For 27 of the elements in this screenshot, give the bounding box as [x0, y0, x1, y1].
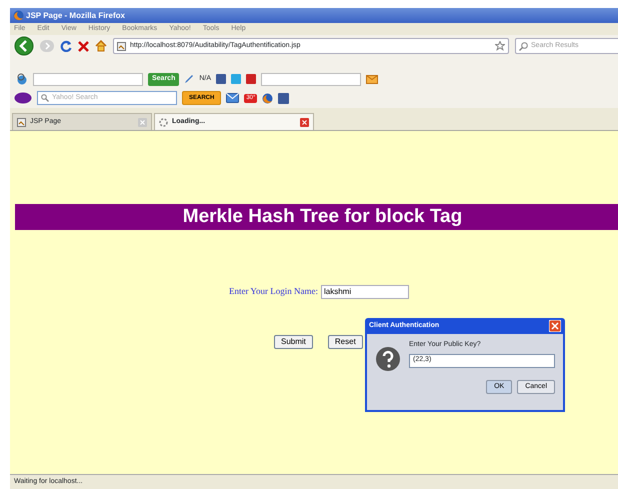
page-banner: Merkle Hash Tree for block Tag: [15, 204, 618, 230]
search-icon: [41, 94, 49, 102]
login-name-field[interactable]: lakshmi: [321, 285, 409, 299]
reset-button[interactable]: Reset: [328, 335, 363, 349]
window-title: JSP Page - Mozilla Firefox: [26, 10, 125, 22]
page-icon: [17, 118, 26, 126]
back-icon[interactable]: [14, 36, 34, 56]
envelope-icon[interactable]: [366, 74, 378, 84]
star-icon[interactable]: [495, 41, 506, 51]
mail-icon[interactable]: [226, 93, 240, 103]
reload-icon[interactable]: [60, 40, 72, 52]
pencil-icon[interactable]: [184, 74, 194, 84]
search-icon: [519, 42, 528, 50]
toolbar-text-field[interactable]: [261, 72, 362, 86]
login-label: Enter Your Login Name:: [229, 285, 318, 298]
spinner-icon: [159, 118, 168, 126]
close-icon[interactable]: [549, 320, 561, 332]
browser-logo-icon: [13, 10, 24, 21]
page-icon: [117, 42, 126, 50]
home-icon[interactable]: [95, 40, 107, 52]
question-icon: [375, 346, 401, 372]
browser-logo-icon[interactable]: [262, 92, 274, 104]
close-icon[interactable]: [300, 118, 309, 126]
submit-button[interactable]: Submit: [274, 335, 313, 349]
globe-icon[interactable]: [16, 73, 28, 85]
toolbar-search-field[interactable]: [33, 72, 143, 86]
stop-icon[interactable]: [78, 40, 89, 52]
